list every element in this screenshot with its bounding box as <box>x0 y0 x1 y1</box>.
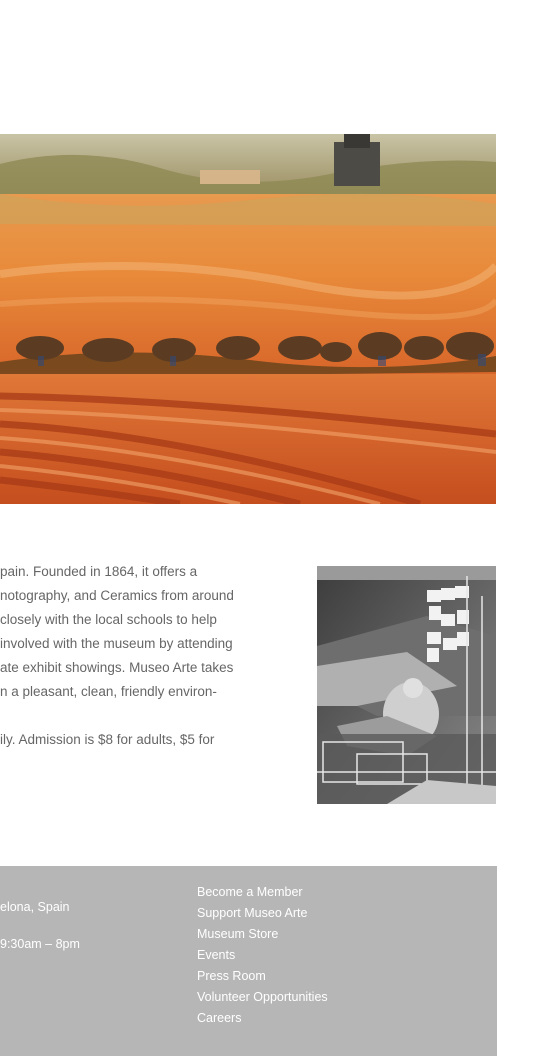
admission-line: ily. Admission is $8 for adults, $5 for <box>0 732 215 747</box>
intro-line: n a pleasant, clean, friendly environ- <box>0 684 217 699</box>
hero-painting-image <box>0 134 496 504</box>
footer-link-volunteer[interactable]: Volunteer Opportunities <box>197 989 328 1010</box>
intro-line: notography, and Ceramics from around <box>0 588 234 603</box>
intro-line: involved with the museum by attending <box>0 636 233 651</box>
footer-address: elona, Spain <box>0 900 70 914</box>
collage-artwork-image <box>317 566 496 804</box>
footer-link-support[interactable]: Support Museo Arte <box>197 905 328 926</box>
footer-links: Become a Member Support Museo Arte Museu… <box>197 884 328 1031</box>
footer-hours: 9:30am – 8pm <box>0 937 80 951</box>
intro-line: closely with the local schools to help <box>0 612 217 627</box>
footer-link-careers[interactable]: Careers <box>197 1010 328 1031</box>
footer-link-museum-store[interactable]: Museum Store <box>197 926 328 947</box>
footer-link-press-room[interactable]: Press Room <box>197 968 328 989</box>
footer-link-become-member[interactable]: Become a Member <box>197 884 328 905</box>
site-footer: elona, Spain 9:30am – 8pm Become a Membe… <box>0 866 497 1056</box>
intro-line: ate exhibit showings. Museo Arte takes <box>0 660 234 675</box>
footer-link-events[interactable]: Events <box>197 947 328 968</box>
museum-intro-text: pain. Founded in 1864, it offers a notog… <box>0 560 300 752</box>
intro-line: pain. Founded in 1864, it offers a <box>0 564 198 579</box>
